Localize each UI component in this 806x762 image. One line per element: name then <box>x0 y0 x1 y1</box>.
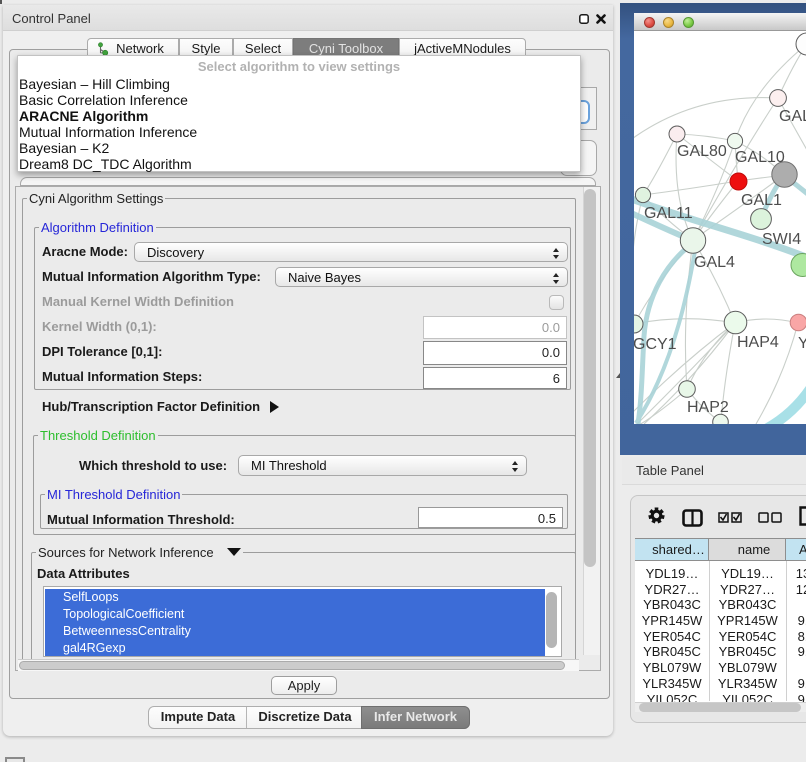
svg-text:GAL11: GAL11 <box>644 205 693 222</box>
svg-text:HAP2: HAP2 <box>687 399 729 416</box>
svg-text:GAL10: GAL10 <box>735 149 785 166</box>
svg-text:HAP4: HAP4 <box>737 334 779 351</box>
svg-text:GAL80: GAL80 <box>677 143 727 160</box>
svg-text:SWI4: SWI4 <box>762 231 801 248</box>
svg-text:GAL7: GAL7 <box>779 108 806 125</box>
svg-text:YEL0: YEL0 <box>798 335 806 352</box>
svg-text:GAL1: GAL1 <box>741 192 782 209</box>
svg-text:GCY1: GCY1 <box>634 336 677 353</box>
svg-text:GAL4: GAL4 <box>694 254 735 271</box>
